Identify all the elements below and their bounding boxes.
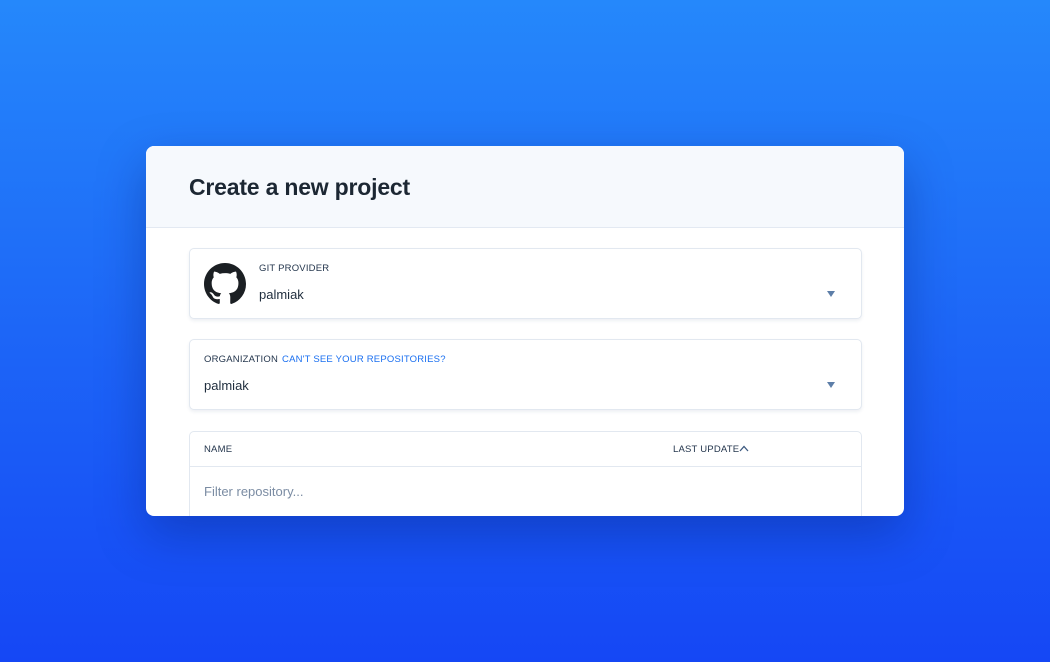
modal-header: Create a new project <box>146 146 904 228</box>
github-icon <box>204 263 246 304</box>
organization-label: ORGANIZATION CAN'T SEE YOUR REPOSITORIES? <box>204 354 446 365</box>
chevron-up-icon[interactable] <box>739 445 749 452</box>
repository-table-header: NAME LAST UPDATE <box>190 432 861 467</box>
create-project-modal: Create a new project GIT PROVIDER palmia… <box>146 146 904 516</box>
chevron-down-icon[interactable] <box>827 291 835 297</box>
filter-repository-input[interactable] <box>190 467 861 515</box>
git-provider-label: GIT PROVIDER <box>259 263 330 274</box>
git-provider-value: palmiak <box>259 287 304 302</box>
cant-see-repositories-link[interactable]: CAN'T SEE YOUR REPOSITORIES? <box>282 354 446 365</box>
organization-value: palmiak <box>204 378 249 393</box>
column-header-name[interactable]: NAME <box>204 444 232 455</box>
git-provider-select[interactable]: GIT PROVIDER palmiak <box>189 248 862 319</box>
column-header-last-update[interactable]: LAST UPDATE <box>673 444 739 455</box>
organization-label-text: ORGANIZATION <box>204 354 279 365</box>
organization-select[interactable]: ORGANIZATION CAN'T SEE YOUR REPOSITORIES?… <box>189 339 862 410</box>
modal-body: GIT PROVIDER palmiak ORGANIZATION CAN'T S… <box>146 228 904 516</box>
chevron-down-icon[interactable] <box>827 382 835 388</box>
modal-title: Create a new project <box>189 174 410 200</box>
repository-table: NAME LAST UPDATE <box>189 431 862 516</box>
